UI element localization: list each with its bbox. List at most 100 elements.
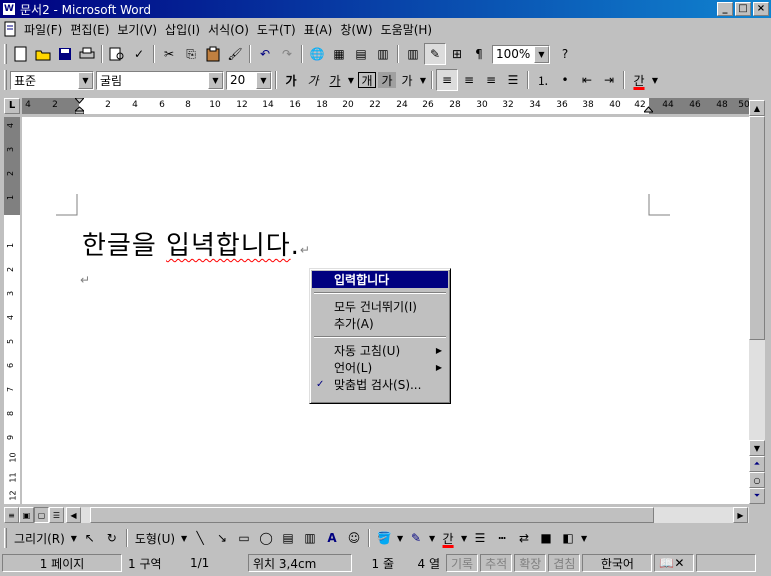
clip-art-icon[interactable]: ☺: [343, 527, 365, 549]
ruler-strip[interactable]: 4 2 2 4 6 8 10 12 14 16 18 20 22 24 26 2…: [22, 98, 750, 114]
page-layout-view-button[interactable]: ▢: [34, 507, 49, 523]
font-color-button[interactable]: 간: [437, 527, 459, 549]
web-layout-view-button[interactable]: ▣: [19, 507, 34, 523]
align-left-icon[interactable]: ≡: [436, 69, 458, 91]
bullets-icon[interactable]: •: [554, 69, 576, 91]
char-border-button[interactable]: 개: [358, 72, 376, 88]
bold-button[interactable]: 가: [280, 69, 302, 91]
word-document-icon[interactable]: W: [2, 2, 16, 16]
scroll-left-button[interactable]: ◀: [66, 507, 81, 523]
zoom-combo[interactable]: 100% ▼: [492, 44, 550, 64]
vertical-text-box-icon[interactable]: ▥: [299, 527, 321, 549]
menu-edit[interactable]: 편집(E): [66, 21, 113, 38]
chevron-down-icon[interactable]: ▼: [418, 69, 428, 91]
paste-icon[interactable]: [202, 43, 224, 65]
line-icon[interactable]: ╲: [189, 527, 211, 549]
horizontal-scrollbar[interactable]: ≡ ▣ ▢ ☰ ◀ ▶: [4, 507, 749, 523]
align-center-icon[interactable]: ≡: [458, 69, 480, 91]
shadow-icon[interactable]: ■: [535, 527, 557, 549]
phonetic-guide-button[interactable]: 가: [396, 69, 418, 91]
justify-icon[interactable]: ☰: [502, 69, 524, 91]
minimize-button[interactable]: _: [717, 2, 733, 16]
free-rotate-icon[interactable]: ↻: [101, 527, 123, 549]
copy-icon[interactable]: ⎘: [180, 43, 202, 65]
insert-table-icon[interactable]: ▤: [350, 43, 372, 65]
font-color-button[interactable]: 간: [628, 69, 650, 91]
arrow-icon[interactable]: ↘: [211, 527, 233, 549]
tab-selector-button[interactable]: L: [4, 98, 20, 114]
chevron-down-icon[interactable]: ▼: [395, 527, 405, 549]
misspelled-word[interactable]: 입녁합니다: [166, 231, 291, 261]
spelling-check-item[interactable]: ✓ 맞춤법 검사(S)...: [312, 376, 448, 393]
increase-indent-icon[interactable]: ⇥: [598, 69, 620, 91]
title-bar[interactable]: W 문서2 - Microsoft Word _ □ ×: [0, 0, 771, 18]
chevron-down-icon[interactable]: ▼: [650, 69, 660, 91]
chevron-down-icon[interactable]: ▼: [459, 527, 469, 549]
scroll-up-button[interactable]: ▲: [749, 100, 765, 116]
menu-help[interactable]: 도움말(H): [377, 21, 437, 38]
wordart-icon[interactable]: A: [321, 527, 343, 549]
oval-icon[interactable]: ◯: [255, 527, 277, 549]
text-box-icon[interactable]: ▤: [277, 527, 299, 549]
document-text-line[interactable]: 한글을 입녁합니다.↵: [82, 225, 311, 262]
menu-window[interactable]: 창(W): [336, 21, 376, 38]
close-button[interactable]: ×: [753, 2, 769, 16]
menu-format[interactable]: 서식(O): [204, 21, 253, 38]
status-rec[interactable]: 기록: [446, 554, 479, 572]
chevron-down-icon[interactable]: ▼: [179, 527, 189, 549]
menu-view[interactable]: 보기(V): [113, 21, 161, 38]
tables-borders-icon[interactable]: ▦: [328, 43, 350, 65]
3d-icon[interactable]: ◧: [557, 527, 579, 549]
open-folder-icon[interactable]: [32, 43, 54, 65]
language-item[interactable]: 언어(L) ▶: [312, 359, 448, 376]
insert-excel-icon[interactable]: ▥: [372, 43, 394, 65]
chevron-down-icon[interactable]: ▼: [427, 527, 437, 549]
vertical-scroll-thumb[interactable]: [749, 116, 765, 340]
font-combo[interactable]: 굴림 ▼: [96, 70, 224, 90]
print-preview-icon[interactable]: [106, 43, 128, 65]
char-shading-button[interactable]: 가: [378, 72, 396, 88]
line-style-icon[interactable]: ☰: [469, 527, 491, 549]
font-size-combo[interactable]: 20 ▼: [226, 70, 272, 90]
underline-button[interactable]: 가: [324, 69, 346, 91]
chevron-down-icon[interactable]: ▼: [534, 45, 549, 63]
line-color-icon[interactable]: ✎: [405, 527, 427, 549]
print-icon[interactable]: [76, 43, 98, 65]
horizontal-scroll-thumb[interactable]: [90, 507, 654, 523]
add-to-dictionary-item[interactable]: 추가(A): [312, 315, 448, 332]
menu-table[interactable]: 표(A): [300, 21, 337, 38]
drawing-icon[interactable]: ✎: [424, 43, 446, 65]
horizontal-ruler[interactable]: L 4 2 2 4 6 8 10 12 14 16 18 20 22 24 26…: [0, 95, 771, 117]
chevron-down-icon[interactable]: ▼: [579, 527, 589, 549]
previous-page-button[interactable]: ⏶: [749, 456, 765, 472]
undo-icon[interactable]: ↶: [254, 43, 276, 65]
autoshapes-menu-button[interactable]: 도형(U): [131, 530, 179, 547]
scroll-down-button[interactable]: ▼: [749, 440, 765, 456]
hyperlink-icon[interactable]: 🌐: [306, 43, 328, 65]
format-painter-icon[interactable]: 🖌: [224, 43, 246, 65]
autocorrect-item[interactable]: 자동 고침(U) ▶: [312, 342, 448, 359]
rectangle-icon[interactable]: ▭: [233, 527, 255, 549]
cut-icon[interactable]: ✂: [158, 43, 180, 65]
align-right-icon[interactable]: ≡: [480, 69, 502, 91]
italic-button[interactable]: 가: [302, 69, 324, 91]
maximize-button[interactable]: □: [735, 2, 751, 16]
document-map-icon[interactable]: ⊞: [446, 43, 468, 65]
first-line-indent-marker[interactable]: [75, 98, 84, 114]
new-document-icon[interactable]: [10, 43, 32, 65]
status-ext[interactable]: 확장: [514, 554, 547, 572]
numbering-icon[interactable]: ⒈: [532, 69, 554, 91]
next-page-button[interactable]: ⏷: [749, 488, 765, 504]
redo-icon[interactable]: ↷: [276, 43, 298, 65]
normal-view-button[interactable]: ≡: [4, 507, 19, 523]
chevron-down-icon[interactable]: ▼: [346, 69, 356, 91]
select-objects-icon[interactable]: ↖: [79, 527, 101, 549]
chevron-down-icon[interactable]: ▼: [256, 71, 271, 89]
outline-view-button[interactable]: ☰: [49, 507, 64, 523]
chevron-down-icon[interactable]: ▼: [78, 71, 93, 89]
decrease-indent-icon[interactable]: ⇤: [576, 69, 598, 91]
status-trk[interactable]: 추적: [480, 554, 513, 572]
scroll-right-button[interactable]: ▶: [733, 507, 748, 523]
document-icon[interactable]: [2, 21, 18, 37]
columns-icon[interactable]: ▥: [402, 43, 424, 65]
